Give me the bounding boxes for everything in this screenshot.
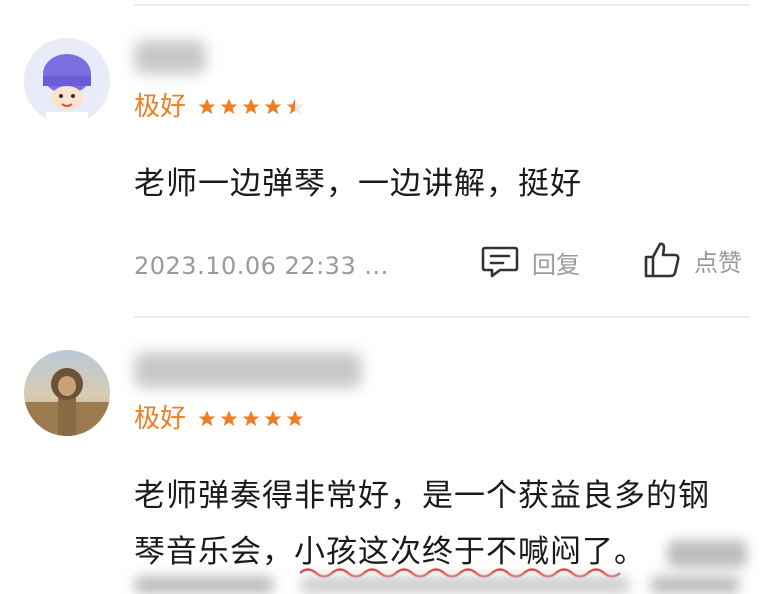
review-timestamp: 2023.10.06 22:33 ...: [134, 252, 389, 280]
blurred-text: [650, 576, 740, 594]
star-icon: [286, 410, 304, 427]
star-icon: [242, 98, 260, 115]
thumbs-up-icon: [644, 242, 680, 278]
review-text: 老师一边弹琴，一边讲解，挺好: [134, 166, 582, 202]
star-icon: [264, 98, 282, 115]
avatar-cartoon-icon: [24, 38, 110, 124]
star-icon: [242, 410, 260, 427]
top-divider: [134, 4, 750, 6]
half-star-icon: [286, 98, 304, 115]
reply-button[interactable]: 回复: [480, 244, 580, 280]
username-blurred[interactable]: [134, 352, 362, 388]
blurred-text: [300, 576, 630, 594]
avatar[interactable]: [24, 350, 110, 436]
review-text-segment: 琴音乐会，: [134, 534, 294, 570]
star-rating: [197, 409, 305, 429]
rating-label: 极好: [134, 92, 187, 122]
blurred-text: [666, 539, 747, 568]
review-divider: [134, 316, 750, 318]
star-icon: [264, 410, 282, 427]
blurred-text: [134, 576, 274, 594]
comment-icon: [481, 246, 519, 278]
like-label: 点赞: [694, 248, 742, 277]
star-icon: [198, 410, 216, 427]
star-icon: [220, 98, 238, 115]
like-button[interactable]: 点赞: [642, 240, 742, 280]
review-text-segment: 。: [614, 534, 646, 570]
avatar-photo-icon: [24, 350, 110, 436]
star-rating: [197, 97, 305, 117]
star-icon: [198, 98, 216, 115]
rating-label: 极好: [134, 404, 187, 434]
star-icon: [220, 410, 238, 427]
reply-label: 回复: [532, 250, 580, 279]
highlighted-text-segment: 小孩这次终于不喊闷了: [294, 534, 614, 570]
avatar[interactable]: [24, 38, 110, 124]
username-blurred[interactable]: [134, 40, 206, 74]
review-text-line: 老师弹奏得非常好，是一个获益良多的钢: [134, 478, 710, 514]
review-text-line: 琴音乐会，小孩这次终于不喊闷了。: [134, 526, 747, 571]
